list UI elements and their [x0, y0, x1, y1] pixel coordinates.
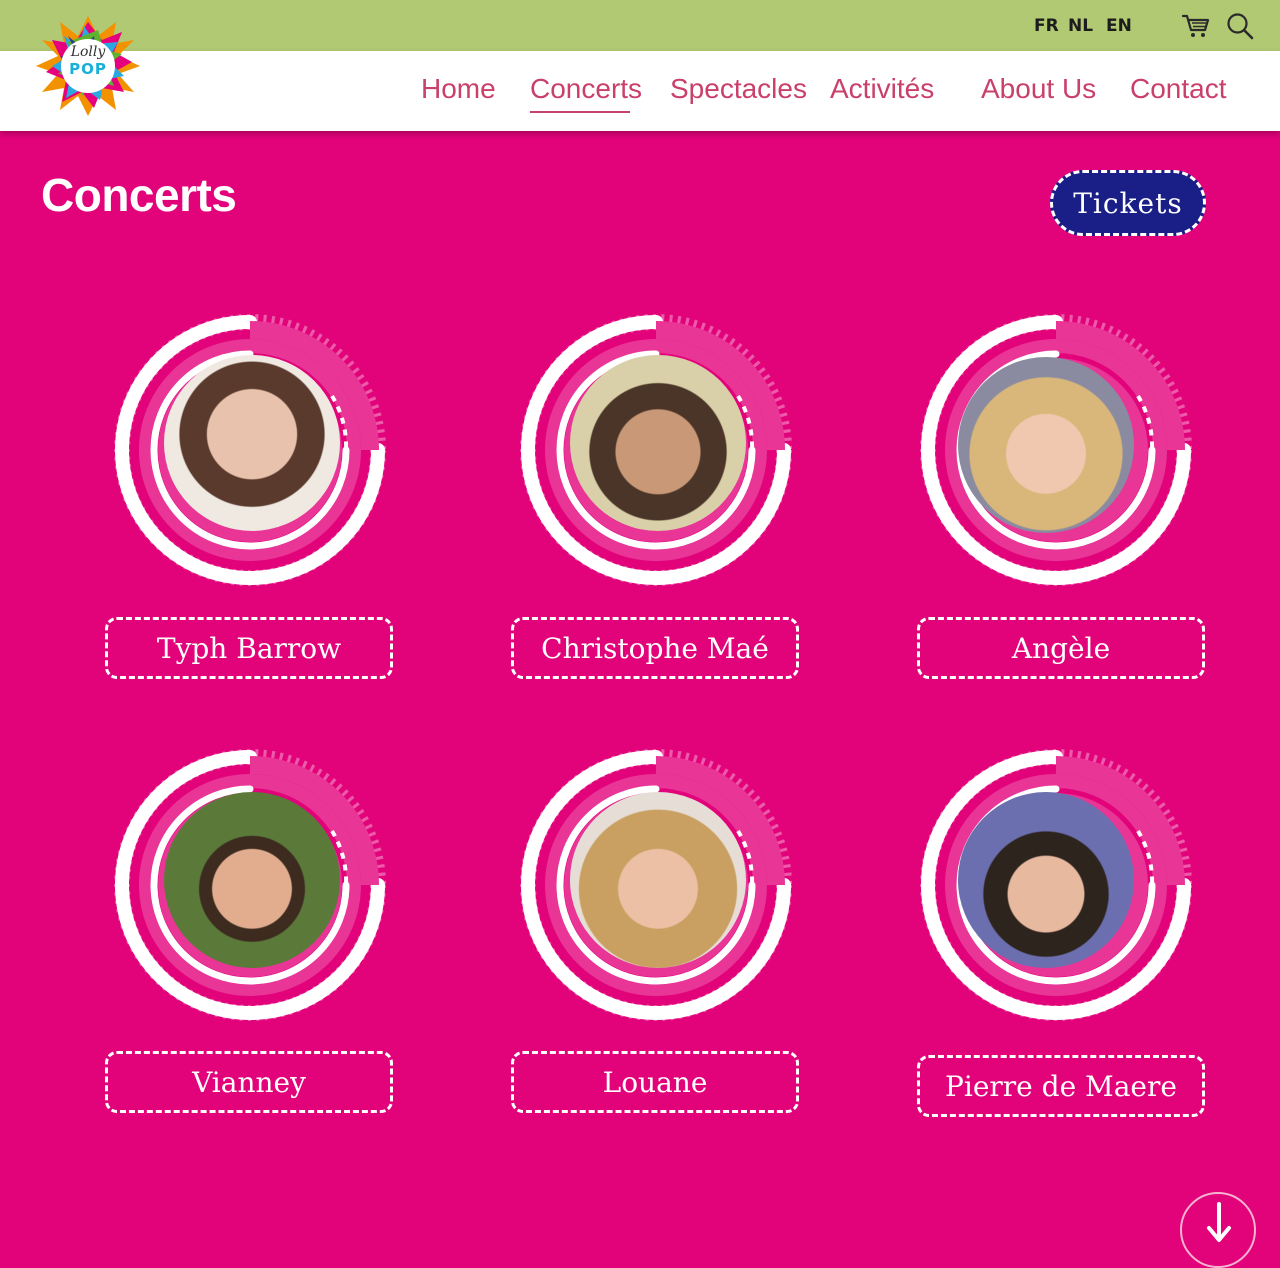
- cart-icon[interactable]: [1182, 13, 1210, 39]
- artist-photo[interactable]: [958, 792, 1134, 968]
- page-title: Concerts: [41, 169, 237, 221]
- nav-active-underline: [530, 111, 630, 113]
- tickets-button[interactable]: Tickets: [1050, 170, 1206, 236]
- logo-text-pop: POP: [69, 60, 107, 78]
- search-icon[interactable]: [1226, 12, 1254, 40]
- artist-name-button[interactable]: Christophe Maé: [511, 617, 799, 679]
- lang-en[interactable]: EN: [1106, 16, 1132, 36]
- nav-concerts[interactable]: Concerts: [530, 73, 642, 105]
- artist-name-button[interactable]: Louane: [511, 1051, 799, 1113]
- artist-photo[interactable]: [570, 792, 746, 968]
- artist-photo[interactable]: [164, 792, 340, 968]
- top-utility-bar: FR NL EN: [0, 0, 1280, 51]
- nav-spectacles[interactable]: Spectacles: [670, 73, 807, 105]
- artist-name-button[interactable]: Typh Barrow: [105, 617, 393, 679]
- artist-photo[interactable]: [958, 357, 1134, 533]
- artist-name-button[interactable]: Pierre de Maere: [917, 1055, 1205, 1117]
- artist-name-button[interactable]: Angèle: [917, 617, 1205, 679]
- lang-nl[interactable]: NL: [1068, 16, 1093, 36]
- nav-contact[interactable]: Contact: [1130, 73, 1227, 105]
- lollypop-logo[interactable]: Lolly POP: [32, 14, 144, 118]
- logo-text-lolly: Lolly: [70, 44, 106, 60]
- artist-name-button[interactable]: Vianney: [105, 1051, 393, 1113]
- nav-about-us[interactable]: About Us: [981, 73, 1096, 105]
- scroll-down-button[interactable]: [1180, 1192, 1256, 1268]
- lang-fr[interactable]: FR: [1034, 16, 1059, 36]
- nav-home[interactable]: Home: [421, 73, 496, 105]
- artist-photo[interactable]: [164, 355, 340, 531]
- nav-activites[interactable]: Activités: [830, 73, 934, 105]
- artist-photo[interactable]: [570, 355, 746, 531]
- arrow-down-icon: [1207, 1202, 1231, 1242]
